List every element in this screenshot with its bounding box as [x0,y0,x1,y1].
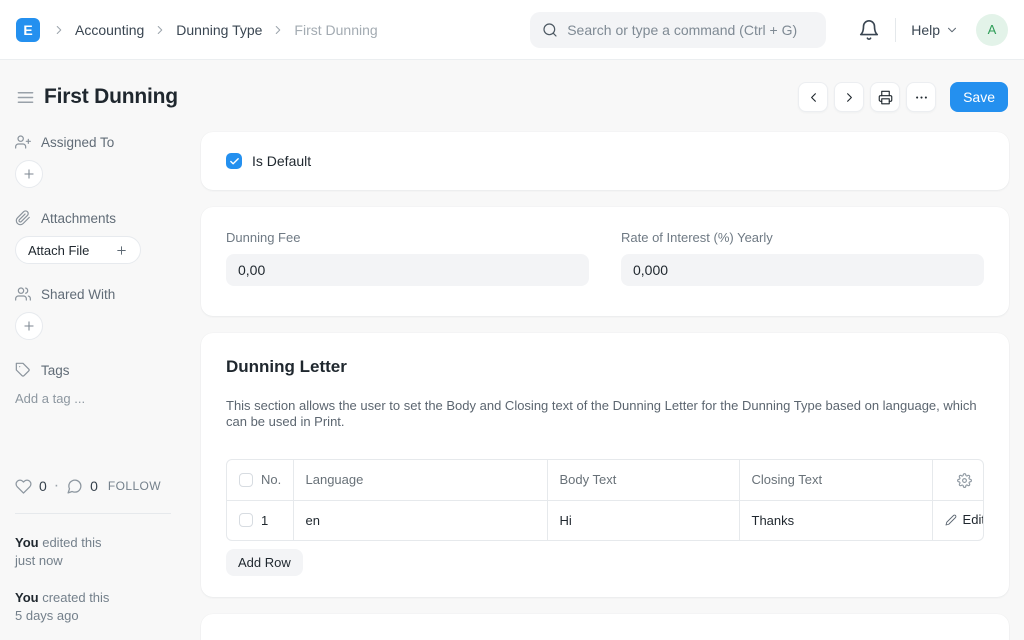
breadcrumb-item-dunning-type[interactable]: Dunning Type [176,22,262,38]
attach-file-label: Attach File [28,243,89,258]
app-logo[interactable]: E [16,18,40,42]
add-row-button[interactable]: Add Row [226,549,303,576]
dunning-letter-title: Dunning Letter [226,357,984,377]
column-body-text: Body Text [547,460,739,500]
ellipsis-icon [914,90,929,105]
add-share-button[interactable] [15,312,43,340]
search-input[interactable] [567,22,814,38]
save-button[interactable]: Save [950,82,1008,112]
body-text-cell[interactable]: Hi [547,500,739,540]
breadcrumb-item-first-dunning: First Dunning [294,22,377,38]
user-avatar[interactable]: A [976,14,1008,46]
breadcrumb: Accounting Dunning Type First Dunning [52,22,378,38]
assigned-to-label: Assigned To [41,135,114,150]
plus-icon [22,319,36,333]
page-head: First Dunning Save [0,60,1024,132]
tags-section: Tags [15,362,171,378]
fees-card: Dunning Fee Rate of Interest (%) Yearly [201,207,1009,316]
attach-file-button[interactable]: Attach File [15,236,141,264]
more-options-button[interactable] [906,82,936,112]
rate-of-interest-field: Rate of Interest (%) Yearly [621,230,984,286]
select-all-checkbox[interactable] [239,473,253,487]
column-closing-text: Closing Text [739,460,932,500]
table-row: 1 en Hi Thanks Edit [227,500,984,540]
check-icon [229,156,240,167]
printer-icon [878,90,893,105]
dunning-fee-input[interactable] [226,254,589,286]
column-no: No. [261,472,281,487]
dunning-letter-description: This section allows the user to set the … [226,398,984,430]
attachments-section: Attachments [15,210,171,226]
sidebar-divider [15,513,171,514]
help-menu[interactable]: Help [911,22,959,38]
dunning-fee-label: Dunning Fee [226,230,589,245]
comment-icon[interactable] [66,478,83,495]
user-plus-icon [15,134,31,150]
edit-row-button[interactable]: Edit [945,512,984,527]
dunning-fee-field: Dunning Fee [226,230,589,286]
form-sidebar: Assigned To Attachments Attach File Shar… [15,132,171,640]
rate-of-interest-label: Rate of Interest (%) Yearly [621,230,984,245]
plus-icon [22,167,36,181]
previous-record-button[interactable] [798,82,828,112]
navbar: E Accounting Dunning Type First Dunning … [0,0,1024,60]
is-default-card: Is Default [201,132,1009,190]
column-language: Language [293,460,547,500]
dunning-letter-card: Dunning Letter This section allows the u… [201,333,1009,597]
chevron-right-icon [153,23,167,37]
chevron-right-icon [271,23,285,37]
chevron-down-icon [945,23,959,37]
row-number: 1 [261,513,268,528]
shared-with-section: Shared With [15,286,171,302]
paperclip-icon [15,210,31,226]
rate-of-interest-input[interactable] [621,254,984,286]
follow-button[interactable]: FOLLOW [108,479,161,493]
bell-icon[interactable] [858,19,880,41]
is-default-label: Is Default [252,153,311,169]
next-section-card [201,614,1009,640]
pencil-icon [945,514,957,526]
assigned-to-section: Assigned To [15,134,171,150]
tags-label: Tags [41,363,70,378]
search-icon [542,22,558,38]
closing-text-cell[interactable]: Thanks [739,500,932,540]
add-tag-input[interactable]: Add a tag ... [15,391,171,406]
document-follow-row: 0 · 0 FOLLOW [15,477,171,495]
edited-info: You edited this just now [15,534,171,570]
print-button[interactable] [870,82,900,112]
attachments-label: Attachments [41,211,116,226]
navbar-actions: Help A [858,14,1008,46]
page-title: First Dunning [44,85,178,109]
language-cell[interactable]: en [293,500,547,540]
created-info: You created this 5 days ago [15,589,171,625]
tag-icon [15,362,31,378]
plus-icon [115,244,128,257]
users-icon [15,286,31,302]
help-label: Help [911,22,940,38]
is-default-checkbox[interactable] [226,153,242,169]
chevron-right-icon [842,90,857,105]
navbar-divider [895,18,896,42]
grid-settings-icon[interactable] [957,473,972,488]
global-search[interactable] [530,12,826,48]
breadcrumb-item-accounting[interactable]: Accounting [75,22,144,38]
menu-icon[interactable] [16,88,35,107]
form-body: Is Default Dunning Fee Rate of Interest … [201,132,1009,640]
row-checkbox[interactable] [239,513,253,527]
comments-count[interactable]: 0 [90,478,98,494]
table-header-row: No. Language Body Text Closing Text [227,460,984,500]
dunning-letter-table: No. Language Body Text Closing Text [226,459,984,541]
next-record-button[interactable] [834,82,864,112]
chevron-right-icon [52,23,66,37]
chevron-left-icon [806,90,821,105]
add-assignment-button[interactable] [15,160,43,188]
shared-with-label: Shared With [41,287,115,302]
separator-dot: · [54,477,59,495]
heart-icon[interactable] [15,478,32,495]
likes-count[interactable]: 0 [39,478,47,494]
